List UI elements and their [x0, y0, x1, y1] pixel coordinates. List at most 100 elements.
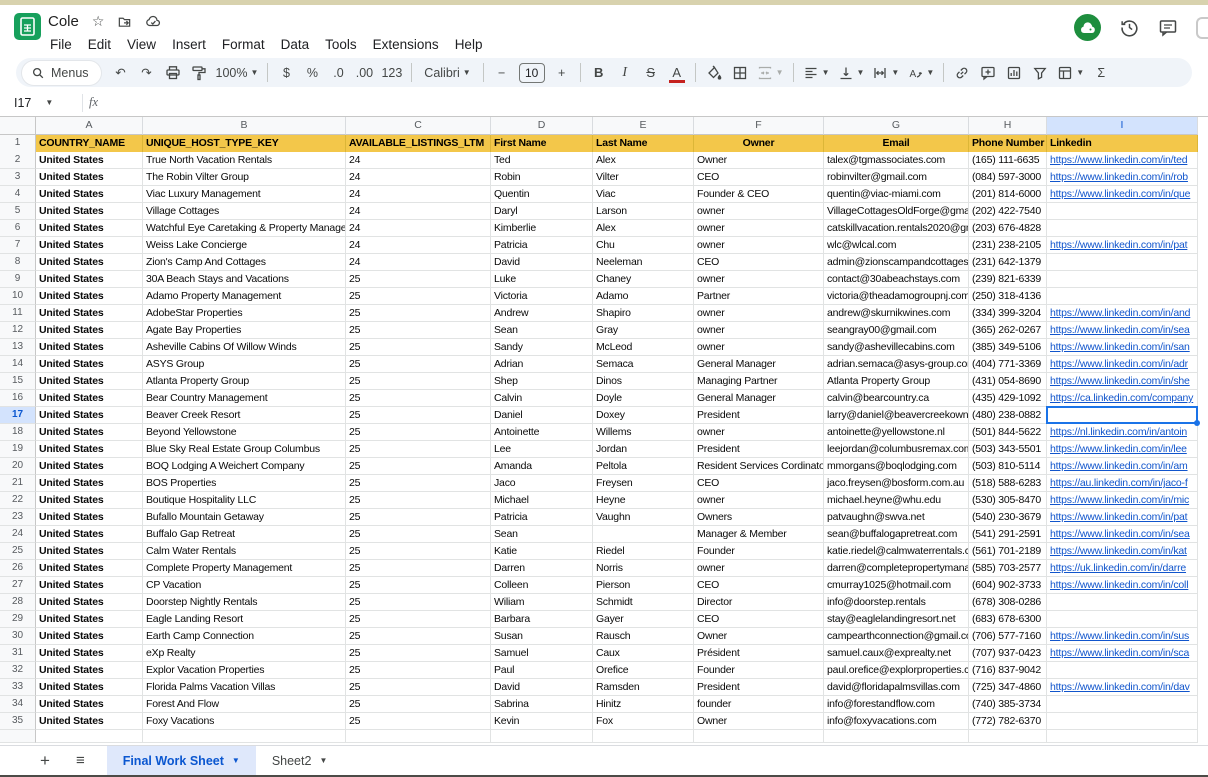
cell-A19[interactable]: United States: [36, 441, 143, 458]
cell-C28[interactable]: 25: [346, 594, 491, 611]
cell-D33[interactable]: David: [491, 679, 593, 696]
cell-F3[interactable]: CEO: [694, 169, 824, 186]
cell-D23[interactable]: Patricia: [491, 509, 593, 526]
cell-B13[interactable]: Asheville Cabins Of Willow Winds: [143, 339, 346, 356]
row-header-31[interactable]: 31: [0, 645, 36, 662]
cell-I7[interactable]: https://www.linkedin.com/in/pat: [1047, 237, 1198, 254]
cell-A2[interactable]: United States: [36, 152, 143, 169]
cell-E26[interactable]: Norris: [593, 560, 694, 577]
cell-C34[interactable]: 25: [346, 696, 491, 713]
cell-G29[interactable]: stay@eaglelandingresort.net: [824, 611, 969, 628]
cell-A28[interactable]: United States: [36, 594, 143, 611]
cell-I34[interactable]: [1047, 696, 1198, 713]
cell-G4[interactable]: quentin@viac-miami.com: [824, 186, 969, 203]
cell-D15[interactable]: Shep: [491, 373, 593, 390]
cell-I9[interactable]: [1047, 271, 1198, 288]
cell-I28[interactable]: [1047, 594, 1198, 611]
row-header-20[interactable]: 20: [0, 458, 36, 475]
cell-G23[interactable]: patvaughn@swva.net: [824, 509, 969, 526]
cell-I11[interactable]: https://www.linkedin.com/in/and: [1047, 305, 1198, 322]
cell-B8[interactable]: Zion's Camp And Cottages: [143, 254, 346, 271]
cell-I12[interactable]: https://www.linkedin.com/in/sea: [1047, 322, 1198, 339]
cell-I26[interactable]: https://uk.linkedin.com/in/darre: [1047, 560, 1198, 577]
cell-A24[interactable]: United States: [36, 526, 143, 543]
cell-A20[interactable]: United States: [36, 458, 143, 475]
cell-I33[interactable]: https://www.linkedin.com/in/dav: [1047, 679, 1198, 696]
cell-C15[interactable]: 25: [346, 373, 491, 390]
cell-C25[interactable]: 25: [346, 543, 491, 560]
cell-D25[interactable]: Katie: [491, 543, 593, 560]
field-header-A[interactable]: COUNTRY_NAME: [36, 135, 143, 152]
cell-A31[interactable]: United States: [36, 645, 143, 662]
empty-cell[interactable]: [1047, 730, 1198, 743]
cell-B31[interactable]: eXp Realty: [143, 645, 346, 662]
table-button[interactable]: ▼: [1054, 61, 1087, 85]
cell-B14[interactable]: ASYS Group: [143, 356, 346, 373]
cell-C9[interactable]: 25: [346, 271, 491, 288]
cell-G35[interactable]: info@foxyvacations.com: [824, 713, 969, 730]
field-header-B[interactable]: UNIQUE_HOST_TYPE_KEY: [143, 135, 346, 152]
cell-H19[interactable]: (503) 343-5501: [969, 441, 1047, 458]
cell-G16[interactable]: calvin@bearcountry.ca: [824, 390, 969, 407]
text-color-button[interactable]: A: [665, 61, 689, 85]
cell-E33[interactable]: Ramsden: [593, 679, 694, 696]
cell-E19[interactable]: Jordan: [593, 441, 694, 458]
cell-D6[interactable]: Kimberlie: [491, 220, 593, 237]
menu-extensions[interactable]: Extensions: [365, 34, 447, 55]
cell-C2[interactable]: 24: [346, 152, 491, 169]
cell-B35[interactable]: Foxy Vacations: [143, 713, 346, 730]
row-header-13[interactable]: 13: [0, 339, 36, 356]
cell-H34[interactable]: (740) 385-3734: [969, 696, 1047, 713]
cell-C35[interactable]: 25: [346, 713, 491, 730]
cell-H6[interactable]: (203) 676-4828: [969, 220, 1047, 237]
comment-history-icon[interactable]: [1158, 18, 1178, 38]
cell-A21[interactable]: United States: [36, 475, 143, 492]
cell-A23[interactable]: United States: [36, 509, 143, 526]
row-header-11[interactable]: 11: [0, 305, 36, 322]
cell-G21[interactable]: jaco.freysen@bosform.com.au: [824, 475, 969, 492]
cell-D21[interactable]: Jaco: [491, 475, 593, 492]
cell-D19[interactable]: Lee: [491, 441, 593, 458]
cell-E30[interactable]: Rausch: [593, 628, 694, 645]
cell-E4[interactable]: Viac: [593, 186, 694, 203]
cell-A11[interactable]: United States: [36, 305, 143, 322]
row-header-3[interactable]: 3: [0, 169, 36, 186]
row-header-22[interactable]: 22: [0, 492, 36, 509]
empty-cell[interactable]: [346, 730, 491, 743]
cell-I24[interactable]: https://www.linkedin.com/in/sea: [1047, 526, 1198, 543]
sheet-tab-sheet2[interactable]: Sheet2▼: [256, 746, 344, 775]
cell-I29[interactable]: [1047, 611, 1198, 628]
cell-D24[interactable]: Sean: [491, 526, 593, 543]
menus-search-button[interactable]: Menus: [22, 61, 101, 85]
row-header-10[interactable]: 10: [0, 288, 36, 305]
cell-C32[interactable]: 25: [346, 662, 491, 679]
column-header-H[interactable]: H: [969, 117, 1047, 135]
cell-D16[interactable]: Calvin: [491, 390, 593, 407]
cell-E7[interactable]: Chu: [593, 237, 694, 254]
cell-C8[interactable]: 24: [346, 254, 491, 271]
cell-G11[interactable]: andrew@skurnikwines.com: [824, 305, 969, 322]
cell-G26[interactable]: darren@completepropertymanagement.com: [824, 560, 969, 577]
menu-file[interactable]: File: [42, 34, 80, 55]
cell-H4[interactable]: (201) 814-6000: [969, 186, 1047, 203]
cell-F32[interactable]: Founder: [694, 662, 824, 679]
row-header-2[interactable]: 2: [0, 152, 36, 169]
cell-I21[interactable]: https://au.linkedin.com/in/jaco-f: [1047, 475, 1198, 492]
cell-H28[interactable]: (678) 308-0286: [969, 594, 1047, 611]
italic-button[interactable]: I: [613, 61, 637, 85]
cell-H2[interactable]: (165) 111-6635: [969, 152, 1047, 169]
cell-H30[interactable]: (706) 577-7160: [969, 628, 1047, 645]
cell-G14[interactable]: adrian.semaca@asys-group.com: [824, 356, 969, 373]
cell-E6[interactable]: Alex: [593, 220, 694, 237]
cell-C19[interactable]: 25: [346, 441, 491, 458]
all-sheets-button[interactable]: ≡: [76, 752, 85, 769]
cell-D13[interactable]: Sandy: [491, 339, 593, 356]
font-select[interactable]: Calibri▼: [418, 61, 476, 85]
column-header-A[interactable]: A: [36, 117, 143, 135]
cell-H14[interactable]: (404) 771-3369: [969, 356, 1047, 373]
cell-F27[interactable]: CEO: [694, 577, 824, 594]
cell-A15[interactable]: United States: [36, 373, 143, 390]
cell-B2[interactable]: True North Vacation Rentals: [143, 152, 346, 169]
name-box[interactable]: I17 ▼: [0, 96, 76, 110]
cell-G12[interactable]: seangray00@gmail.com: [824, 322, 969, 339]
